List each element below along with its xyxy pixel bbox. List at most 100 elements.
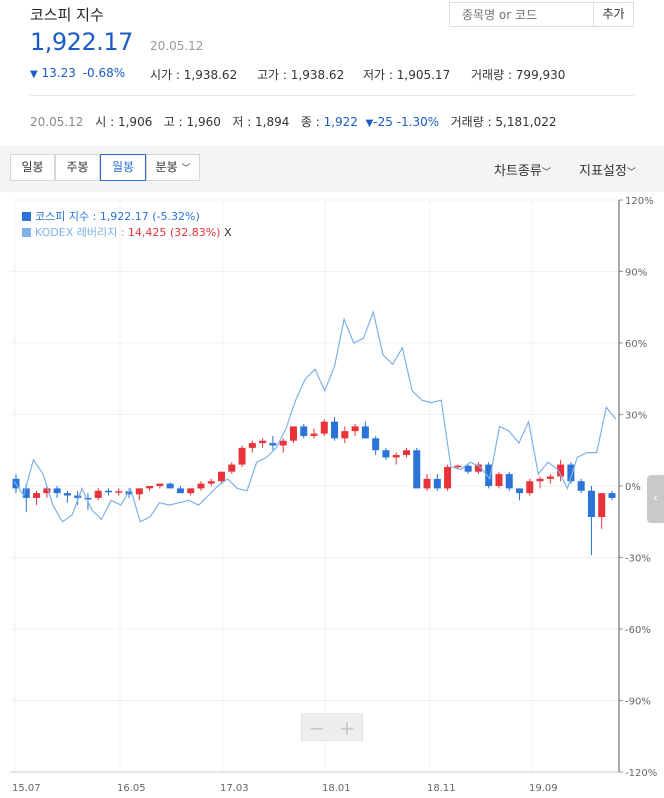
- candle-body: [53, 488, 61, 494]
- stock-header: 코스피 지수 1,922.17 20.05.12 ▼ 13.23 -0.68% …: [0, 0, 664, 146]
- candle-body: [218, 471, 226, 482]
- stock-title: 코스피 지수: [30, 6, 104, 24]
- candle-body: [351, 426, 359, 432]
- chevron-down-icon: ﹀: [626, 168, 636, 178]
- y-tick-label: 0%: [625, 482, 641, 493]
- change-value: 13.23: [41, 66, 76, 80]
- candle-body: [413, 450, 421, 489]
- legend-series-kodex: KODEX 레버리지 : 14,425 (32.83%) X: [22, 225, 231, 241]
- candle-body: [104, 490, 112, 493]
- x-tick-label: 15.07: [12, 783, 41, 794]
- tab-daily[interactable]: 일봉: [10, 154, 55, 181]
- candle-body: [454, 465, 462, 468]
- candle-body: [259, 440, 267, 444]
- x-tick-label: 17.03: [220, 783, 249, 794]
- price-date: 20.05.12: [150, 39, 204, 53]
- chevron-down-icon: ﹀: [541, 168, 551, 178]
- candle-body: [289, 426, 297, 441]
- candle-body: [516, 488, 524, 494]
- candle-body: [444, 466, 452, 489]
- candle-body: [238, 447, 246, 465]
- legend-swatch: [22, 228, 31, 237]
- y-tick-label: 30%: [625, 411, 647, 422]
- candle-body: [207, 481, 215, 484]
- y-tick-label: 120%: [625, 196, 654, 207]
- x-tick-label: 16.05: [117, 783, 146, 794]
- search-input[interactable]: [449, 2, 594, 27]
- candle-body: [464, 465, 472, 472]
- candle-body: [433, 478, 441, 489]
- candle-body: [382, 450, 390, 458]
- x-tick-label: 18.11: [427, 783, 456, 794]
- candle-body: [187, 488, 195, 494]
- candle-body: [341, 431, 349, 439]
- candle-body: [495, 474, 503, 486]
- legend-close-button[interactable]: X: [224, 226, 232, 239]
- current-price: 1,922.17: [30, 28, 133, 56]
- candle-body: [300, 426, 308, 436]
- tab-minute[interactable]: 분봉 ﹀: [146, 154, 200, 181]
- down-arrow-icon: ▼: [30, 69, 38, 80]
- candle-body: [310, 433, 318, 436]
- chevron-left-icon: ‹: [652, 491, 659, 506]
- chevron-down-icon: ﹀: [181, 164, 191, 174]
- candle-body: [115, 491, 123, 493]
- candle-body: [176, 488, 184, 494]
- legend-series-kospi: 코스피 지수 : 1,922.17 (-5.32%): [22, 209, 231, 225]
- zoom-control: − +: [301, 713, 363, 741]
- candle-body: [526, 481, 534, 494]
- price-chart[interactable]: 15.07 16.05 17.03 18.01 18.11 19.09 120% 90% 60%…: [0, 192, 664, 798]
- candle-body: [146, 486, 154, 489]
- price-change: ▼ 13.23 -0.68%: [30, 66, 125, 80]
- indicator-menu[interactable]: 지표설정﹀: [579, 160, 636, 179]
- legend-swatch: [22, 212, 31, 221]
- stat-open: 시가 : 1,938.62: [150, 68, 238, 82]
- tab-monthly[interactable]: 월봉: [100, 154, 146, 181]
- change-percent: -0.68%: [82, 66, 126, 80]
- y-tick-label: -120%: [625, 768, 657, 779]
- candle-body: [546, 476, 554, 479]
- x-tick-label: 19.09: [529, 783, 558, 794]
- candle-body: [608, 493, 616, 498]
- chart-toolbar: 일봉 주봉 월봉 분봉 ﹀ 차트종류﹀ 지표설정﹀: [0, 146, 664, 192]
- chart-legend: 코스피 지수 : 1,922.17 (-5.32%) KODEX 레버리지 : …: [22, 209, 231, 241]
- candle-body: [320, 421, 328, 434]
- y-tick-label: 60%: [625, 339, 647, 350]
- candle-body: [197, 483, 205, 489]
- candle-body: [423, 478, 431, 489]
- candle-body: [402, 450, 410, 456]
- candle-body: [598, 493, 606, 517]
- candle-body: [166, 483, 174, 489]
- candle-body: [228, 464, 236, 472]
- zoom-out-button[interactable]: −: [302, 716, 332, 740]
- candle-body: [135, 488, 143, 495]
- candle-body: [361, 426, 369, 439]
- candle-body: [331, 421, 339, 439]
- candle-body: [587, 490, 595, 517]
- candle-body: [94, 490, 102, 498]
- add-button[interactable]: 추가: [594, 2, 634, 27]
- daily-summary: 20.05.12 시 : 1,906 고 : 1,960 저 : 1,894 종…: [30, 115, 557, 129]
- y-tick-label: -90%: [625, 697, 651, 708]
- candle-body: [279, 440, 287, 446]
- tab-weekly[interactable]: 주봉: [55, 154, 100, 181]
- candle-body: [248, 443, 256, 448]
- candle-body: [392, 455, 400, 458]
- candle-body: [577, 481, 585, 491]
- side-panel-handle[interactable]: ‹: [647, 475, 664, 523]
- stat-high: 고가 : 1,938.62: [257, 68, 345, 82]
- chart-type-menu[interactable]: 차트종류﹀: [494, 160, 551, 179]
- y-tick-label: -30%: [625, 554, 651, 565]
- candle-body: [63, 493, 71, 496]
- y-tick-label: -60%: [625, 625, 651, 636]
- candle-body: [536, 478, 544, 482]
- candle-body: [372, 438, 380, 451]
- divider: [30, 95, 634, 96]
- y-tick-label: 90%: [625, 268, 647, 279]
- stat-volume: 거래량 : 799,930: [471, 68, 566, 82]
- candle-body: [33, 493, 41, 498]
- candle-body: [156, 483, 164, 486]
- candle-body: [269, 443, 277, 446]
- zoom-in-button[interactable]: +: [332, 716, 362, 740]
- candle-body: [84, 497, 92, 500]
